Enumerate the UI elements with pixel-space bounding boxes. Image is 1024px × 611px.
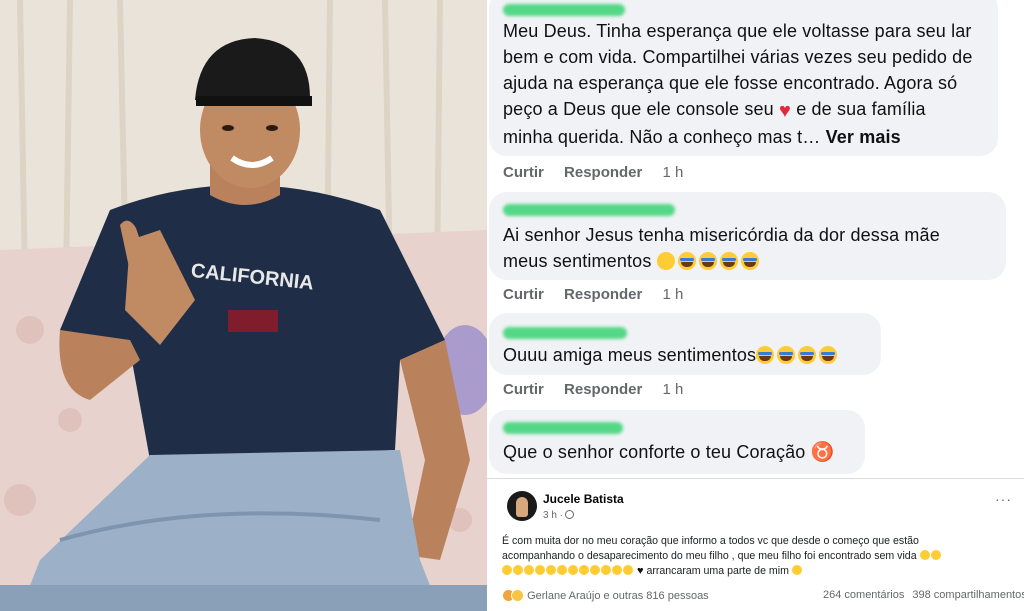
see-more-link[interactable]: Ver mais <box>826 127 901 147</box>
crying-face-icon <box>740 252 759 270</box>
sad-face-icon <box>656 252 675 270</box>
comment-text-line: Ouuu amiga meus sentimentos <box>503 345 757 365</box>
crying-face-icon <box>756 346 775 364</box>
crying-face-icon <box>623 565 633 575</box>
post-text-line: acompanhando o desaparecimento do meu fi… <box>502 550 917 562</box>
comment-bubble: Que o senhor conforte o teu Coração ♉ <box>489 410 865 474</box>
commenter-name-redacted <box>503 4 625 16</box>
crying-face-icon <box>612 565 622 575</box>
commenter-name-redacted <box>503 327 627 339</box>
comment-time[interactable]: 1 h <box>663 286 684 303</box>
crying-face-icon <box>919 550 930 560</box>
facebook-post: Jucele Batista 3 h · ··· É com muita dor… <box>487 478 1024 611</box>
comment-text-line: meus sentimentos <box>503 251 652 271</box>
comment-time[interactable]: 1 h <box>663 164 684 181</box>
commenter-name-redacted <box>503 422 623 434</box>
comment-bubble: Meu Deus. Tinha esperança que ele voltas… <box>489 0 998 156</box>
commenter-name-redacted <box>503 204 675 216</box>
broken-heart-icon: ♥ <box>636 565 644 577</box>
comment-text-line: bem e com vida. Compartilhei várias veze… <box>503 47 973 67</box>
comment-text-line: minha querida. Não a conheço mas t… <box>503 127 821 147</box>
comment-actions: Curtir Responder 1 h <box>503 381 699 398</box>
post-body: É com muita dor no meu coração que infor… <box>502 534 1022 579</box>
reaction-icons[interactable] <box>502 589 524 605</box>
comment-time[interactable]: 1 h <box>663 381 684 398</box>
reply-link[interactable]: Responder <box>564 164 642 181</box>
comment-text-line: Meu Deus. Tinha esperança que ele voltas… <box>503 21 972 41</box>
avatar[interactable] <box>507 491 537 521</box>
reply-link[interactable]: Responder <box>564 286 642 303</box>
crying-face-icon <box>798 346 817 364</box>
crying-face-icon <box>777 346 796 364</box>
more-options-icon[interactable]: ··· <box>995 491 1012 507</box>
crying-face-icon <box>698 252 717 270</box>
comment-bubble: Ouuu amiga meus sentimentos <box>489 313 881 375</box>
reply-link[interactable]: Responder <box>564 381 642 398</box>
post-text-line: É com muita dor no meu coração que infor… <box>502 535 919 547</box>
comment-text-line: Ai senhor Jesus tenha misericórdia da do… <box>503 225 940 245</box>
like-link[interactable]: Curtir <box>503 381 544 398</box>
crying-face-icon <box>513 565 523 575</box>
post-text-line: arrancaram uma parte de mim <box>646 565 789 577</box>
crying-face-icon <box>557 565 567 575</box>
crying-face-icon <box>719 252 738 270</box>
post-meta: 3 h · <box>543 510 575 521</box>
sad-reaction-icon <box>511 589 524 602</box>
crying-face-icon <box>524 565 534 575</box>
comment-text-line: Que o senhor conforte o teu Coração <box>503 442 806 462</box>
comment-text-line: ajuda na esperança que ele fosse encontr… <box>503 73 958 93</box>
comment-bubble: Ai senhor Jesus tenha misericórdia da do… <box>489 192 1006 280</box>
crying-face-icon <box>546 565 556 575</box>
post-author[interactable]: Jucele Batista <box>543 492 624 506</box>
crying-face-icon <box>601 565 611 575</box>
comments-thread: Meu Deus. Tinha esperança que ele voltas… <box>487 0 1024 478</box>
comment-actions: Curtir Responder 1 h <box>503 164 699 181</box>
like-link[interactable]: Curtir <box>503 164 544 181</box>
post-stats: 264 comentários 398 compartilhamentos <box>823 589 1024 601</box>
reactions-summary[interactable]: Gerlane Araújo e outras 816 pessoas <box>527 590 709 602</box>
comment-text-line: e de sua família <box>796 99 926 119</box>
crying-face-icon <box>590 565 600 575</box>
post-footer: Gerlane Araújo e outras 816 pessoas 264 … <box>502 589 1024 605</box>
crying-face-icon <box>791 565 802 575</box>
photo-young-man: CALIFORNIA <box>0 0 487 611</box>
red-heart-icon: ♥ <box>779 100 792 122</box>
taurus-icon: ♉ <box>810 442 835 463</box>
crying-face-icon <box>502 565 512 575</box>
comment-text-line: peço a Deus que ele console seu <box>503 99 774 119</box>
crying-face-icon <box>535 565 545 575</box>
crying-face-icon <box>819 346 838 364</box>
crying-face-icon <box>930 550 941 560</box>
shares-count[interactable]: 398 compartilhamentos <box>912 589 1024 601</box>
crying-face-icon <box>579 565 589 575</box>
crying-face-icon <box>677 252 696 270</box>
like-link[interactable]: Curtir <box>503 286 544 303</box>
crying-face-icon <box>568 565 578 575</box>
globe-icon <box>565 510 575 519</box>
comments-count[interactable]: 264 comentários <box>823 589 904 601</box>
comment-actions: Curtir Responder 1 h <box>503 286 699 303</box>
post-time[interactable]: 3 h · <box>543 510 563 521</box>
